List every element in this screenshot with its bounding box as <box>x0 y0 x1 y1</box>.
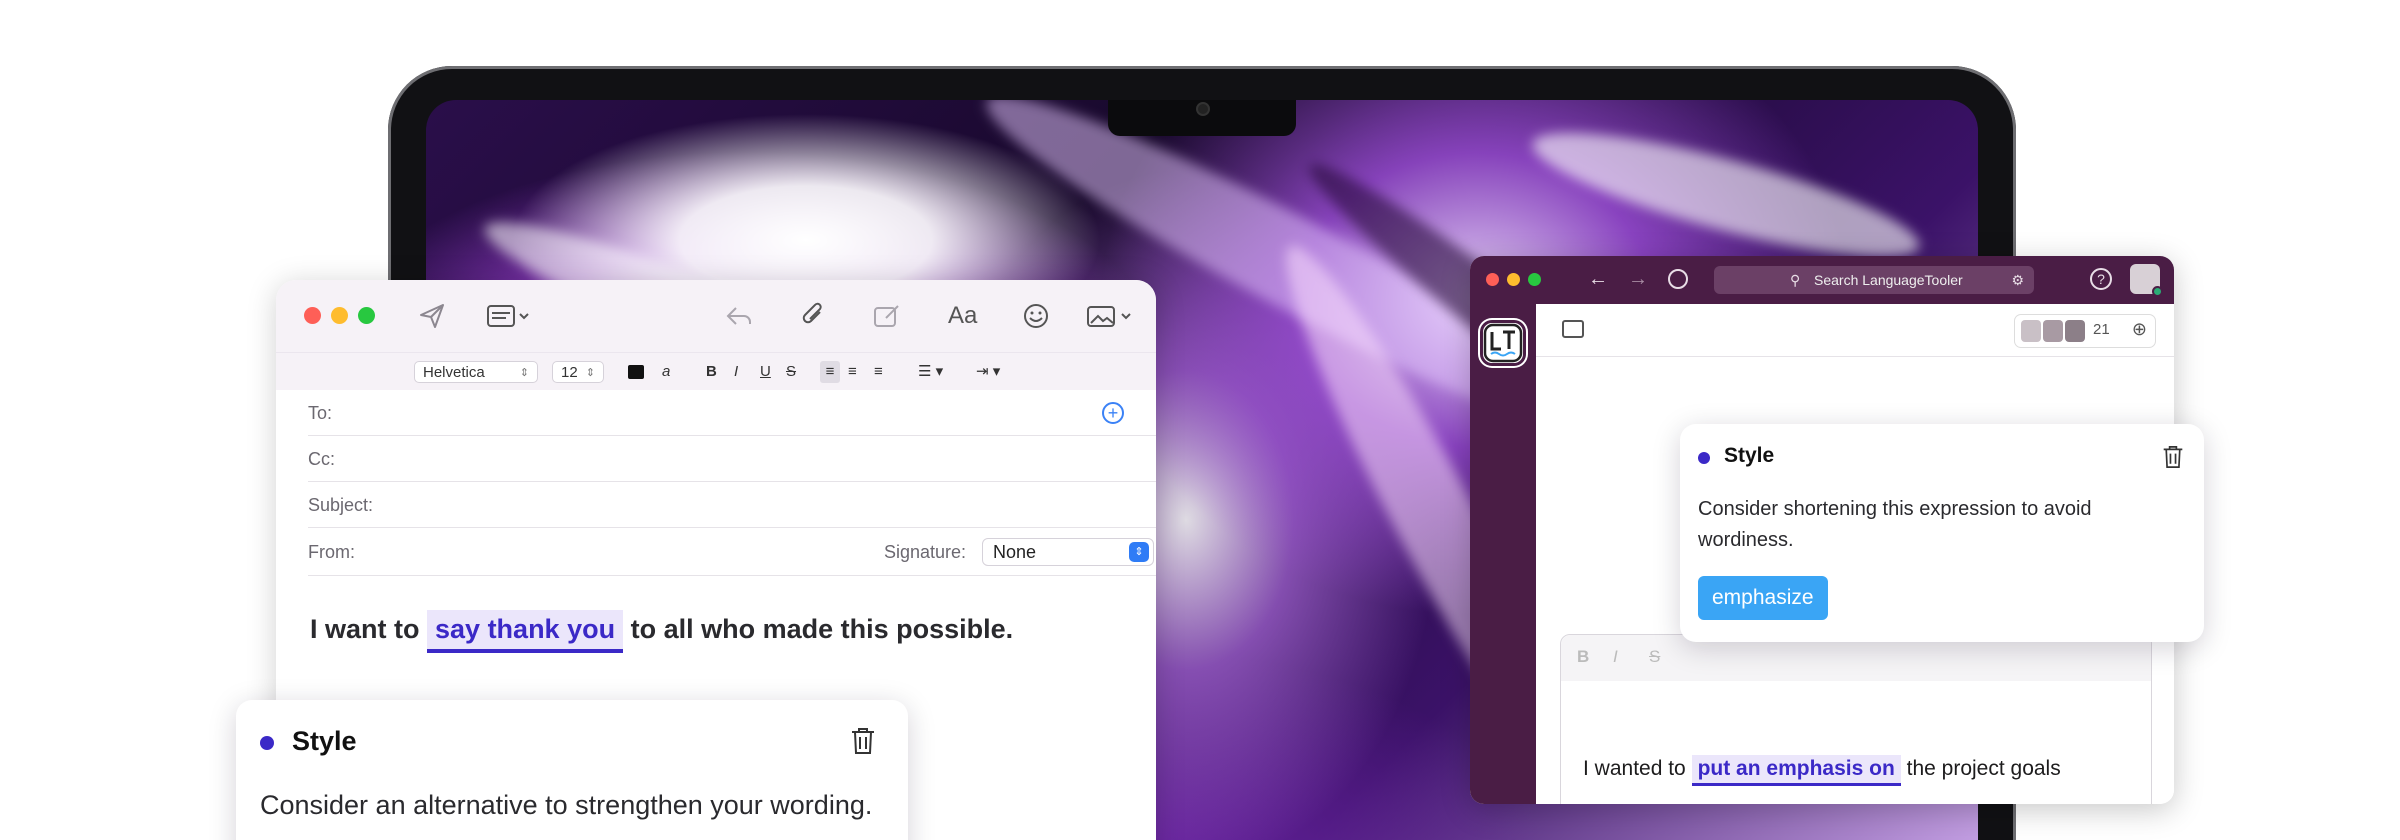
style-suggestion-card: Style Consider an alternative to strengt… <box>236 700 908 840</box>
slack-style-category-dot <box>1698 452 1710 464</box>
back-arrow-icon[interactable]: ← <box>1588 268 1608 291</box>
composer-italic-icon[interactable]: I <box>1613 647 1618 667</box>
send-icon[interactable] <box>418 302 446 335</box>
align-center-icon[interactable]: ≡ <box>848 361 857 383</box>
cc-label: Cc: <box>308 449 335 469</box>
font-family-value: Helvetica <box>423 364 485 381</box>
header-fields-icon[interactable] <box>486 302 532 335</box>
subject-label: Subject: <box>308 495 374 515</box>
chat-zoom-button[interactable] <box>1528 273 1541 286</box>
body-text-after: to all who made this possible. <box>630 614 1014 644</box>
composer-highlighted-phrase[interactable]: put an emphasis on <box>1691 755 1901 786</box>
style-category-dot <box>260 736 274 750</box>
markup-icon[interactable] <box>872 302 902 335</box>
body-text-before: I want to <box>310 614 420 644</box>
languagetool-logo[interactable] <box>1480 320 1526 366</box>
message-composer[interactable]: B I S I wanted to put an emphasis on the… <box>1560 634 2152 804</box>
window-controls <box>304 307 375 324</box>
member-avatar <box>2043 320 2063 342</box>
slack-card-message: Consider shortening this expression to a… <box>1698 498 2092 551</box>
slack-trash-icon[interactable] <box>2162 444 2184 475</box>
minimize-button[interactable] <box>331 307 348 324</box>
underline-icon[interactable]: U <box>760 361 771 383</box>
channel-members[interactable]: 21 ⊕ <box>2014 314 2156 348</box>
reply-icon[interactable] <box>724 302 754 335</box>
zoom-button[interactable] <box>358 307 375 324</box>
member-count: 21 <box>2093 321 2110 338</box>
italic-icon[interactable]: I <box>734 361 738 383</box>
font-family-select[interactable]: Helvetica ⇕ <box>414 361 538 383</box>
chat-window-controls <box>1486 273 1541 286</box>
from-field: From: Signature: None ⇕ <box>308 528 1156 576</box>
header-divider <box>1536 356 2174 357</box>
trash-icon[interactable] <box>850 726 876 761</box>
member-avatar <box>2021 320 2041 342</box>
text-color-swatch[interactable] <box>628 365 644 379</box>
align-right-icon[interactable]: ≡ <box>874 361 883 383</box>
member-avatar <box>2065 320 2085 342</box>
mail-body-text[interactable]: I want to say thank you to all who made … <box>310 610 1013 653</box>
chat-titlebar: ← → ⚲ Search LanguageTooler ⚙ ? <box>1470 256 2174 304</box>
user-avatar[interactable] <box>2130 264 2163 297</box>
forward-arrow-icon[interactable]: → <box>1628 268 1648 291</box>
composer-text-after: the project goals <box>1906 757 2061 780</box>
help-icon[interactable]: ? <box>2090 268 2112 290</box>
list-icon[interactable]: ☰ ▾ <box>918 361 943 383</box>
card-title: Style <box>292 726 357 756</box>
indent-icon[interactable]: ⇥ ▾ <box>976 361 1000 383</box>
add-member-icon[interactable]: ⊕ <box>2132 319 2147 340</box>
search-placeholder: Search LanguageTooler <box>1814 272 1963 288</box>
composer-text-before: I wanted to <box>1583 757 1686 780</box>
photo-browser-icon[interactable] <box>1086 302 1136 335</box>
select-arrows-icon: ⇕ <box>1129 542 1149 562</box>
emoji-icon[interactable] <box>1022 302 1050 335</box>
subject-field[interactable]: Subject: <box>308 482 1156 528</box>
workspace-sidebar <box>1470 304 1536 804</box>
chat-close-button[interactable] <box>1486 273 1499 286</box>
sidebar-toggle-icon[interactable] <box>1562 320 1584 338</box>
font-size-select[interactable]: 12 ⇕ <box>552 361 604 383</box>
composer-bold-icon[interactable]: B <box>1577 647 1589 667</box>
composer-text[interactable]: I wanted to put an emphasis on the proje… <box>1583 755 2061 786</box>
highlighted-phrase[interactable]: say thank you <box>427 610 624 653</box>
chat-minimize-button[interactable] <box>1507 273 1520 286</box>
close-button[interactable] <box>304 307 321 324</box>
strikethrough-icon[interactable]: S <box>786 361 796 383</box>
stage: Aa Helvetica ⇕ 12 ⇕ a B I U S ≡ ≡ ≡ ☰ ▾ ⇥ … <box>0 0 2400 840</box>
workspace-search[interactable]: ⚲ Search LanguageTooler ⚙ <box>1714 266 2034 294</box>
history-icon[interactable] <box>1668 269 1688 289</box>
to-label: To: <box>308 403 333 423</box>
camera-icon <box>1196 102 1210 116</box>
signature-select[interactable]: None ⇕ <box>982 538 1154 566</box>
suggestion-button[interactable]: emphasize <box>1698 576 1828 620</box>
mail-toolbar: Aa <box>276 280 1156 352</box>
signature-value: None <box>993 542 1037 562</box>
bold-icon[interactable]: B <box>706 361 717 383</box>
format-bar: Helvetica ⇕ 12 ⇕ a B I U S ≡ ≡ ≡ ☰ ▾ ⇥ ▾ <box>276 352 1156 390</box>
format-text-icon[interactable]: Aa <box>948 302 977 330</box>
card-message: Consider an alternative to strengthen yo… <box>260 790 873 820</box>
slack-card-title: Style <box>1724 444 1775 467</box>
composer-strike-icon[interactable]: S <box>1649 647 1660 667</box>
slack-style-suggestion-card: Style Consider shortening this expressio… <box>1680 424 2204 642</box>
to-field[interactable]: To: + <box>308 390 1156 436</box>
filter-icon[interactable]: ⚙ <box>2011 266 2024 294</box>
attachment-icon[interactable] <box>800 302 828 335</box>
search-icon: ⚲ <box>1790 272 1801 288</box>
online-status-dot <box>2152 286 2163 297</box>
highlight-color-icon[interactable]: a <box>662 361 670 383</box>
font-size-value: 12 <box>561 364 578 381</box>
from-label: From: <box>308 542 355 562</box>
add-contact-icon[interactable]: + <box>1102 402 1124 424</box>
cc-field[interactable]: Cc: <box>308 436 1156 482</box>
signature-label: Signature: <box>884 542 967 562</box>
align-left-icon[interactable]: ≡ <box>820 361 840 383</box>
